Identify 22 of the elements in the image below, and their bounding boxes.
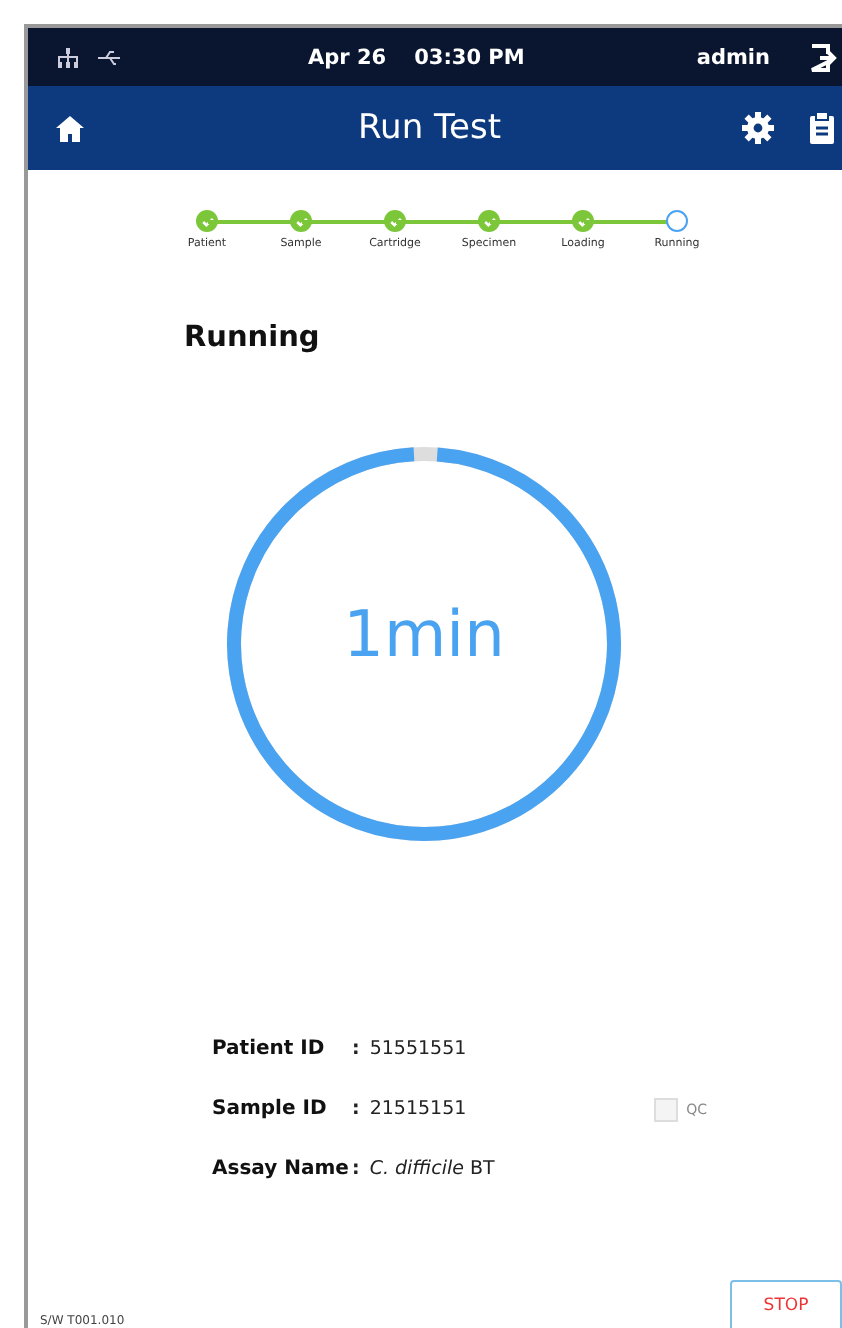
field-value: 51551551 — [369, 1038, 467, 1060]
section-title: Running — [184, 322, 322, 354]
separator-colon: : — [352, 1098, 360, 1120]
home-icon[interactable] — [56, 115, 84, 141]
status-date: Apr 26 — [308, 45, 387, 69]
field-value: 21515151 — [369, 1098, 467, 1120]
separator-colon: : — [352, 1158, 360, 1180]
usb-icon — [98, 49, 122, 65]
network-icon — [56, 47, 80, 67]
stop-button[interactable]: STOP — [730, 1280, 842, 1328]
field-label: Sample ID — [212, 1098, 329, 1120]
settings-icon[interactable] — [742, 112, 774, 144]
field-label: Assay Name — [212, 1158, 351, 1180]
status-time: 03:30 PM — [414, 45, 525, 69]
user-name: admin — [696, 45, 770, 69]
clipboard-icon[interactable] — [810, 112, 834, 144]
field-value: C. difficile BT — [369, 1158, 495, 1180]
remaining-time: 1min — [341, 596, 507, 672]
page-title: Run Test — [358, 108, 501, 148]
field-label: Patient ID — [212, 1038, 327, 1060]
qc-checkbox[interactable] — [654, 1097, 679, 1121]
separator-colon: : — [352, 1038, 360, 1060]
